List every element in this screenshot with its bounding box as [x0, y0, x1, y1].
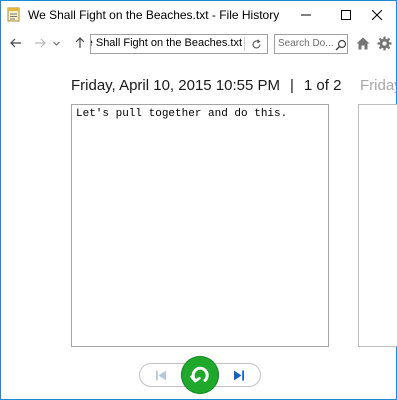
- search-box[interactable]: Search Do...: [274, 34, 348, 54]
- version-position: 1 of 2: [303, 77, 342, 94]
- restore-icon: [190, 366, 209, 383]
- recent-locations-button[interactable]: [50, 34, 62, 52]
- skip-next-icon: [234, 370, 244, 380]
- version-separator: |: [290, 77, 294, 94]
- home-icon: [356, 37, 370, 49]
- navigation-bar: We Shall Fight on the Beaches.txt Search…: [1, 29, 396, 59]
- chevron-down-icon: [52, 41, 60, 46]
- close-button[interactable]: [358, 1, 396, 29]
- next-version-date[interactable]: Friday,: [360, 77, 396, 94]
- gear-icon: [376, 35, 392, 51]
- address-text: We Shall Fight on the Beaches.txt: [91, 37, 242, 49]
- next-version-preview[interactable]: [358, 104, 397, 347]
- refresh-icon: [251, 38, 261, 48]
- arrow-right-icon: [35, 38, 46, 48]
- file-preview-panel[interactable]: Let's pull together and do this.: [71, 104, 329, 347]
- arrow-left-icon: [10, 38, 21, 48]
- next-version-button[interactable]: [227, 366, 251, 384]
- arrow-up-icon: [75, 37, 85, 48]
- title-bar[interactable]: We Shall Fight on the Beaches.txt - File…: [1, 1, 396, 29]
- version-date: Friday, April 10, 2015 10:55 PM: [71, 77, 281, 94]
- notepad-file-icon: [7, 6, 21, 22]
- back-button[interactable]: [7, 34, 25, 52]
- skip-previous-icon: [156, 370, 166, 380]
- window-title: We Shall Fight on the Beaches.txt - File…: [28, 8, 280, 22]
- address-bar[interactable]: We Shall Fight on the Beaches.txt: [90, 34, 268, 54]
- refresh-button[interactable]: [248, 36, 264, 52]
- version-header: Friday, April 10, 2015 10:55 PM | 1 of 2: [71, 77, 341, 94]
- search-icon[interactable]: [335, 38, 347, 51]
- address-divider: [244, 37, 245, 51]
- file-history-window: We Shall Fight on the Beaches.txt - File…: [0, 0, 397, 400]
- file-content: Let's pull together and do this.: [76, 108, 288, 120]
- previous-version-button[interactable]: [149, 366, 173, 384]
- restore-button[interactable]: [181, 356, 219, 394]
- forward-button[interactable]: [31, 34, 49, 52]
- up-button[interactable]: [71, 34, 89, 52]
- minimize-button[interactable]: [286, 1, 326, 29]
- settings-button[interactable]: [375, 34, 393, 52]
- home-button[interactable]: [355, 34, 371, 52]
- search-input[interactable]: Search Do...: [278, 38, 334, 49]
